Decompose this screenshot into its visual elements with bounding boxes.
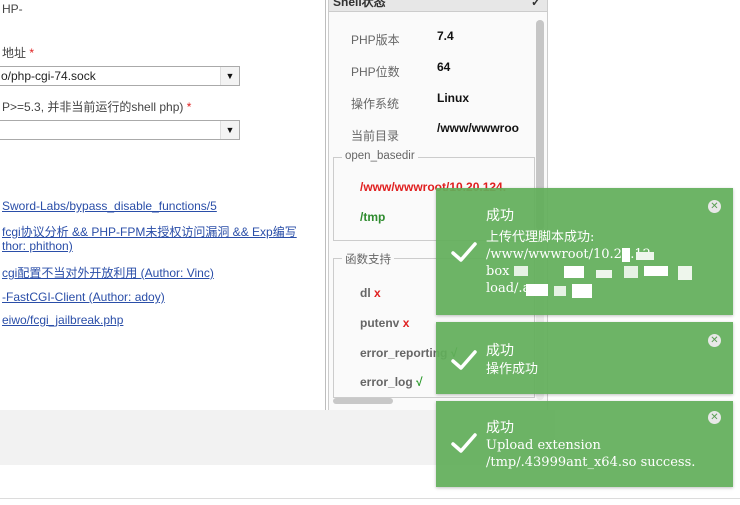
reference-link[interactable]: fcgi协议分析 && PHP-FPM未授权访问漏洞 && Exp编写 xyxy=(2,223,297,240)
function-support-legend: 函数支持 xyxy=(342,251,394,267)
redaction-mark xyxy=(678,266,692,280)
bottom-divider xyxy=(0,498,740,499)
socket-address-label: 地址 * xyxy=(2,44,34,61)
success-toast: 成功 操作成功 ✕ xyxy=(436,322,733,394)
redaction-mark xyxy=(596,270,612,278)
shell-status-header: Shell状态 ✓ xyxy=(329,0,547,12)
toast-message: 操作成功 xyxy=(486,362,539,377)
php-path-label: P>=5.3, 并非当前运行的shell php) * xyxy=(2,98,191,115)
socket-address-select[interactable]: o/php-cgi-74.sock ▼ xyxy=(0,66,240,86)
socket-address-label-text: 地址 xyxy=(2,46,27,60)
os-key: 操作系统 xyxy=(351,97,400,111)
checkmark-icon xyxy=(451,242,477,262)
toast-title: 成功 xyxy=(486,420,514,436)
basedir-path: /tmp xyxy=(360,210,386,224)
function-name: error_reporting xyxy=(360,346,448,360)
redaction-mark xyxy=(514,266,528,276)
reference-link[interactable]: thor: phithon) xyxy=(2,239,73,253)
php-path-select[interactable]: ▼ xyxy=(0,120,240,140)
reference-link[interactable]: Sword-Labs/bypass_disable_functions/5 xyxy=(2,199,217,213)
php-path-label-text: P>=5.3, 并非当前运行的shell php) xyxy=(2,100,184,114)
toast-title: 成功 xyxy=(486,208,514,224)
close-icon[interactable]: ✕ xyxy=(708,200,721,213)
function-item: dl x xyxy=(360,286,381,300)
function-item: error_log √ xyxy=(360,375,423,389)
cross-icon: x xyxy=(402,316,410,330)
success-toast: 成功 上传代理脚本成功: /www/wwwroot/10.20.12 box l… xyxy=(436,188,733,315)
open-basedir-legend: open_basedir xyxy=(342,150,418,162)
plugin-form-panel: HP- 地址 * o/php-cgi-74.sock ▼ P>=5.3, 并非当… xyxy=(0,0,325,410)
reference-link[interactable]: -FastCGI-Client (Author: adoy) xyxy=(2,290,165,304)
success-toast: 成功 Upload extension /tmp/.43999ant_x64.s… xyxy=(436,401,733,487)
checkmark-icon xyxy=(451,433,477,453)
php-version-value: 7.4 xyxy=(437,29,454,43)
chevron-down-icon[interactable]: ▼ xyxy=(220,67,239,85)
cwd-key: 当前目录 xyxy=(351,129,400,143)
os-value: Linux xyxy=(437,91,469,105)
chevron-down-icon[interactable]: ▼ xyxy=(220,121,239,139)
cwd-value: /www/wwwroo xyxy=(437,121,520,135)
close-icon[interactable]: ✕ xyxy=(708,411,721,424)
redaction-mark xyxy=(572,284,592,298)
reference-link[interactable]: cgi配置不当对外开放利用 (Author: Vinc) xyxy=(2,264,214,281)
redaction-mark xyxy=(554,286,566,296)
close-icon[interactable]: ✕ xyxy=(708,334,721,347)
redaction-mark xyxy=(636,252,654,260)
socket-address-value: o/php-cgi-74.sock xyxy=(1,69,96,83)
panel-divider xyxy=(325,0,326,410)
redaction-mark xyxy=(564,266,584,278)
toast-title: 成功 xyxy=(486,343,514,359)
function-name: dl xyxy=(360,286,371,300)
redaction-mark xyxy=(526,284,548,296)
php-bits-value: 64 xyxy=(437,60,451,74)
toast-message: Upload extension /tmp/.43999ant_x64.so s… xyxy=(486,438,696,470)
required-mark: * xyxy=(186,100,192,114)
shell-status-title: Shell状态 xyxy=(333,0,386,9)
function-item: putenv x xyxy=(360,316,409,330)
php-bits-key: PHP位数 xyxy=(351,65,400,79)
redaction-mark xyxy=(622,248,630,262)
redaction-mark xyxy=(624,266,638,278)
check-icon: √ xyxy=(416,375,423,389)
php-version-key: PHP版本 xyxy=(351,33,400,47)
reference-link[interactable]: eiwo/fcgi_jailbreak.php xyxy=(2,313,123,327)
redaction-mark xyxy=(644,266,668,276)
horizontal-scrollbar-thumb[interactable] xyxy=(333,398,393,404)
cross-icon: x xyxy=(374,286,381,300)
toast-message: 上传代理脚本成功: /www/wwwroot/10.20.12 box load… xyxy=(486,230,651,296)
checkmark-icon xyxy=(451,350,477,370)
function-name: putenv xyxy=(360,316,400,330)
required-mark: * xyxy=(29,46,35,60)
pin-icon[interactable]: ✓ xyxy=(531,0,541,12)
function-name: error_log xyxy=(360,375,413,389)
form-top-label: HP- xyxy=(2,2,23,16)
